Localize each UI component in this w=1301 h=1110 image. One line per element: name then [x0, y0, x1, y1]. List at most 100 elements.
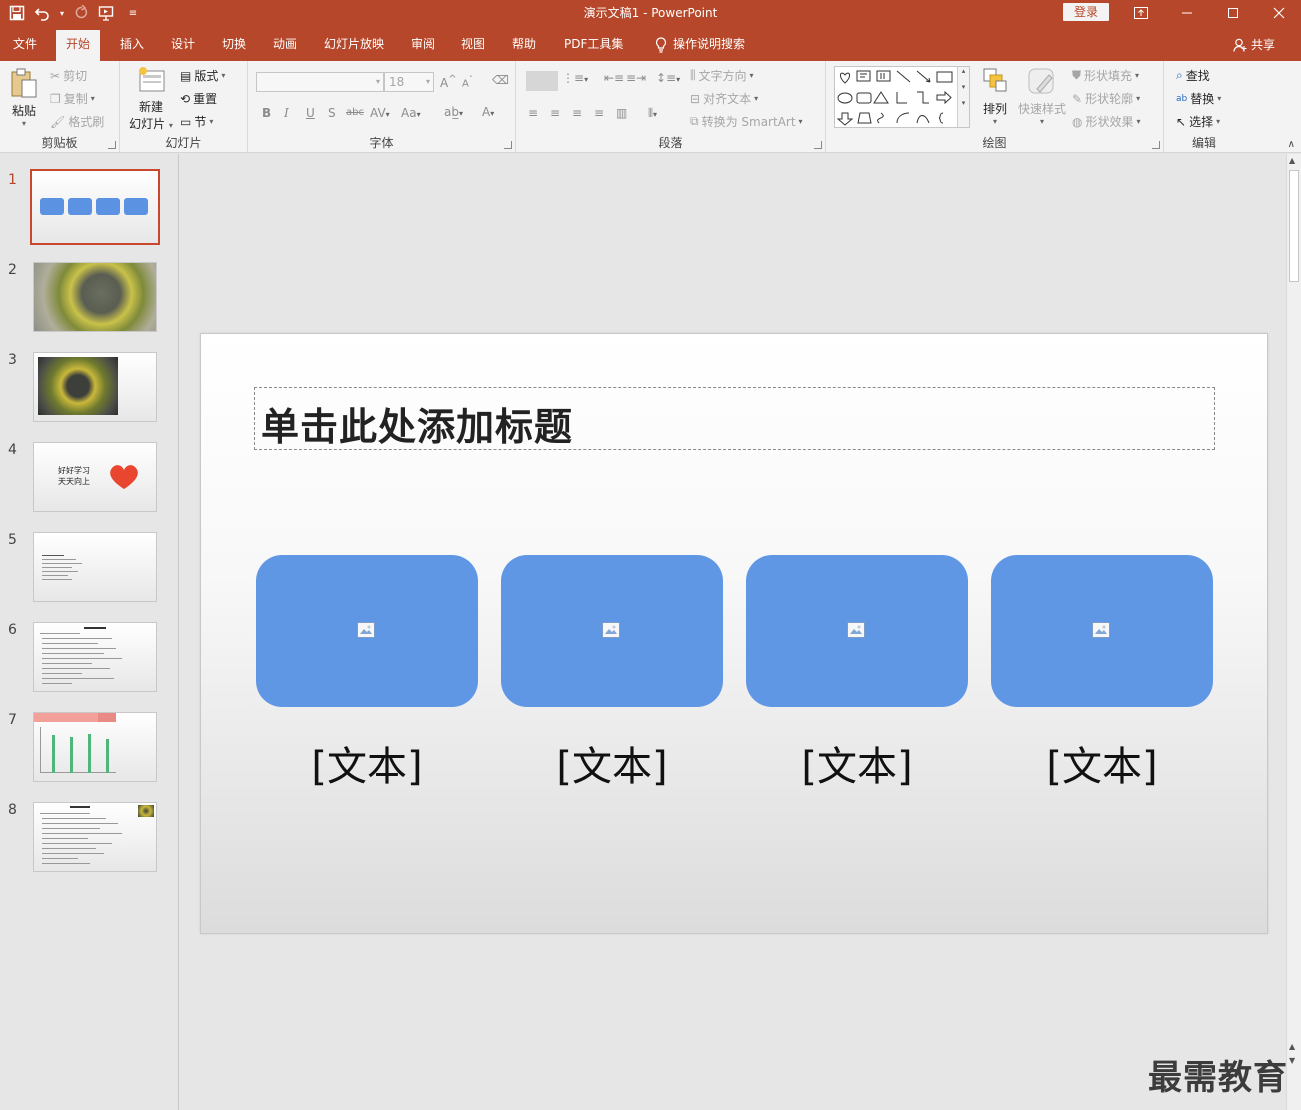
picture-placeholder-card[interactable] [746, 555, 968, 707]
slide-thumbnail-1[interactable]: 1 [0, 169, 179, 262]
card-text-placeholder[interactable]: [文本] [746, 734, 968, 792]
tab-view[interactable]: 视图 [451, 34, 495, 61]
text-direction-button[interactable]: ⫼ 文字方向 ▾ [690, 67, 754, 84]
distributed-icon[interactable]: ▥ [616, 106, 627, 120]
italic-button[interactable]: I [284, 106, 289, 120]
slide-thumbnail-5[interactable]: 5 [0, 532, 179, 622]
shapes-gallery[interactable]: ▴ ▾ ▾ [834, 66, 970, 128]
increase-indent-icon[interactable]: ≡⇥ [626, 71, 646, 85]
layout-button[interactable]: ▤ 版式 ▾ [180, 67, 225, 84]
undo-dropdown-icon[interactable]: ▾ [58, 2, 66, 24]
section-button[interactable]: ▭ 节 ▾ [180, 113, 213, 130]
font-size-combo[interactable]: 18 ▾ [384, 72, 434, 92]
align-left-icon[interactable]: ≡ [528, 106, 538, 120]
slide-thumbnail-2[interactable]: 2 [0, 262, 179, 352]
scroll-up-small-icon[interactable]: ▲ [1289, 1042, 1295, 1051]
replace-button[interactable]: ab 替换 ▾ [1176, 90, 1221, 107]
picture-icon[interactable] [602, 622, 620, 638]
slide-thumbnails-pane[interactable]: 1 2 3 4 好好学习 天天向上 5 6 7 8 [0, 154, 179, 1110]
smartart-button[interactable]: ⧉ 转换为 SmartArt ▾ [690, 113, 803, 130]
collapse-ribbon-icon[interactable]: ∧ [1288, 139, 1295, 150]
paragraph-launcher-icon[interactable] [814, 141, 822, 149]
slide-thumbnail-7[interactable]: 7 [0, 712, 179, 802]
tab-transitions[interactable]: 切换 [212, 34, 256, 61]
tab-slideshow[interactable]: 幻灯片放映 [314, 34, 394, 61]
close-icon[interactable] [1256, 0, 1301, 26]
picture-placeholder-card[interactable] [256, 555, 478, 707]
drawing-launcher-icon[interactable] [1152, 141, 1160, 149]
line-spacing-icon[interactable]: ↕≡▾ [656, 71, 680, 85]
scrollbar-thumb[interactable] [1289, 170, 1299, 282]
card-text-placeholder[interactable]: [文本] [256, 734, 478, 792]
picture-placeholder-card[interactable] [991, 555, 1213, 707]
minimize-icon[interactable] [1164, 0, 1210, 26]
picture-icon[interactable] [847, 622, 865, 638]
shape-outline-button[interactable]: ✎ 形状轮廓 ▾ [1072, 90, 1140, 107]
clipboard-launcher-icon[interactable] [108, 141, 116, 149]
font-launcher-icon[interactable] [504, 141, 512, 149]
strikethrough-button[interactable]: abc [346, 107, 364, 118]
shape-effects-button[interactable]: ◍ 形状效果 ▾ [1072, 113, 1141, 130]
tab-pdf-tools[interactable]: PDF工具集 [554, 34, 633, 61]
slide-thumbnail-4[interactable]: 4 好好学习 天天向上 [0, 442, 179, 532]
redo-icon[interactable] [70, 2, 92, 24]
picture-icon[interactable] [357, 622, 375, 638]
find-button[interactable]: ⌕ 查找 [1176, 67, 1210, 84]
justify-icon[interactable]: ≡ [594, 106, 604, 120]
tab-design[interactable]: 设计 [161, 34, 205, 61]
align-center-icon[interactable]: ≡ [550, 106, 560, 120]
slide-thumbnail-6[interactable]: 6 [0, 622, 179, 712]
shape-fill-button[interactable]: ⛊ 形状填充 ▾ [1072, 67, 1139, 84]
maximize-icon[interactable] [1210, 0, 1256, 26]
cut-button[interactable]: ✂ 剪切 [50, 67, 87, 84]
tab-file[interactable]: 文件 [3, 34, 47, 61]
numbering-icon[interactable]: ⋮≡▾ [562, 71, 588, 85]
scroll-down-icon[interactable]: ▼ [1289, 1056, 1295, 1065]
paste-button[interactable]: 粘贴 ▾ [6, 67, 42, 128]
slide-thumbnail-3[interactable]: 3 [0, 352, 179, 442]
picture-icon[interactable] [1092, 622, 1110, 638]
customize-qat-icon[interactable]: ≡ [122, 2, 144, 24]
character-spacing-button[interactable]: AV▾ [370, 106, 390, 120]
picture-placeholder-card[interactable] [501, 555, 723, 707]
tab-insert[interactable]: 插入 [110, 34, 154, 61]
columns-icon[interactable]: ⫴▾ [648, 106, 657, 121]
bullets-icon[interactable] [526, 71, 558, 91]
start-from-beginning-icon[interactable] [96, 2, 118, 24]
current-slide[interactable]: 单击此处添加标题 [文本] [文本] [文本] [文本] [200, 333, 1268, 934]
change-case-button[interactable]: Aa▾ [401, 106, 421, 120]
card-text-placeholder[interactable]: [文本] [991, 734, 1213, 792]
save-icon[interactable] [6, 2, 28, 24]
gallery-scroll[interactable]: ▴ ▾ ▾ [957, 67, 969, 127]
ribbon-display-options-icon[interactable] [1118, 0, 1164, 26]
underline-button[interactable]: U [306, 106, 315, 120]
scroll-up-icon[interactable]: ▲ [1289, 156, 1295, 165]
select-button[interactable]: ↖ 选择 ▾ [1176, 113, 1220, 130]
slide-thumbnail-8[interactable]: 8 [0, 802, 179, 892]
title-placeholder[interactable]: 单击此处添加标题 [254, 387, 1215, 450]
grow-font-button[interactable]: A^ [440, 74, 457, 90]
login-button[interactable]: 登录 [1063, 3, 1109, 21]
shrink-font-button[interactable]: Aˇ [462, 74, 473, 89]
vertical-scrollbar[interactable]: ▲ ▲ ▼ [1286, 154, 1301, 1110]
bold-button[interactable]: B [262, 106, 271, 120]
align-right-icon[interactable]: ≡ [572, 106, 582, 120]
decrease-indent-icon[interactable]: ⇤≡ [604, 71, 624, 85]
highlight-icon[interactable]: ab̲▾ [444, 105, 463, 119]
format-painter-button[interactable]: 🖌 格式刷 [50, 113, 104, 130]
tab-home[interactable]: 开始 [56, 30, 101, 61]
new-slide-button[interactable]: 新建 幻灯片 ▾ [126, 65, 176, 132]
font-color-button[interactable]: A▾ [482, 105, 494, 119]
copy-button[interactable]: ❐ 复制 ▾ [50, 90, 95, 107]
shadow-button[interactable]: S [328, 106, 336, 120]
tab-help[interactable]: 帮助 [502, 34, 546, 61]
align-text-button[interactable]: ⊟ 对齐文本 ▾ [690, 90, 758, 107]
undo-icon[interactable] [32, 2, 54, 24]
card-text-placeholder[interactable]: [文本] [501, 734, 723, 792]
tab-review[interactable]: 审阅 [401, 34, 445, 61]
tell-me-search[interactable]: 操作说明搜索 [645, 34, 755, 61]
quick-styles-button[interactable]: 快速样式 ▾ [1016, 67, 1068, 126]
tab-animations[interactable]: 动画 [263, 34, 307, 61]
font-name-combo[interactable]: ▾ [256, 72, 384, 92]
reset-button[interactable]: ⟲ 重置 [180, 90, 217, 107]
